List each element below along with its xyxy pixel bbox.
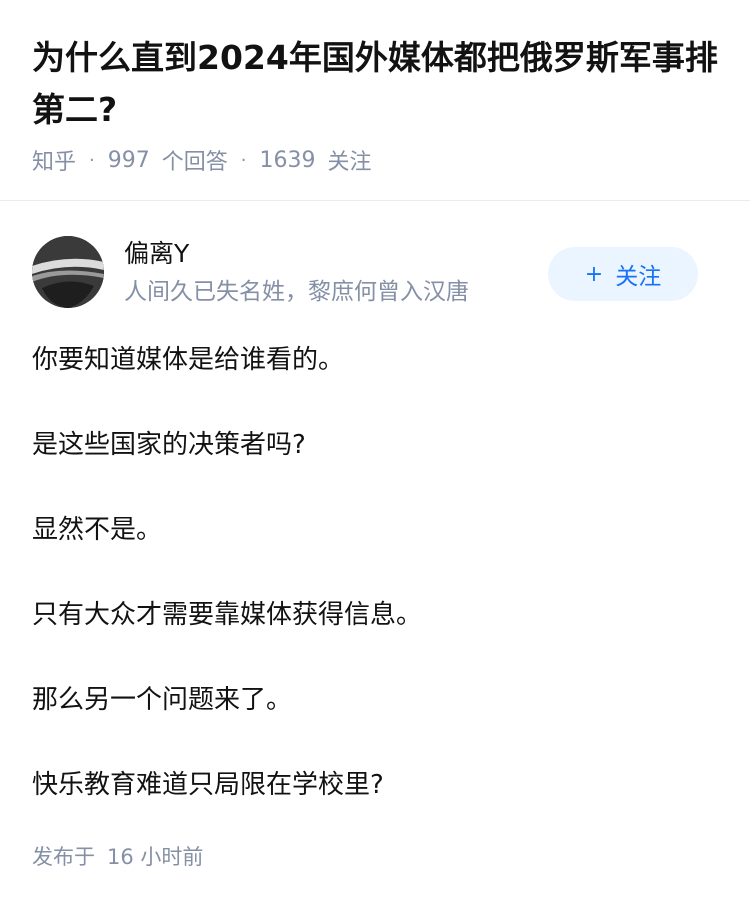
separator-dot-icon: · [240,149,247,171]
divider [0,200,750,201]
author-name[interactable]: 偏离Y [124,236,189,272]
answer-paragraph: 快乐教育难道只局限在学校里? [32,770,384,800]
author-bio: 人间久已失名姓，黎庶何曾入汉唐 [124,279,469,305]
answer-body: 你要知道媒体是给谁看的。 是这些国家的决策者吗? 显然不是。 只有大众才需要靠媒… [32,336,722,846]
follower-count: 1639 [259,147,316,173]
publish-number: 16 [107,845,134,869]
question-meta: 知乎 · 997 个回答 · 1639 关注 [32,143,372,177]
publish-time: 发布于 16 小时前 [32,840,203,874]
answer-paragraph: 你要知道媒体是给谁看的。 [32,345,345,375]
follow-button-label: 关注 [615,264,662,290]
question-title[interactable]: 为什么直到2024年国外媒体都把俄罗斯军事排第二? [32,32,722,136]
answer-paragraph: 那么另一个问题来了。 [32,685,293,715]
source-label[interactable]: 知乎 [32,144,76,176]
answer-paragraph: 显然不是。 [32,515,163,545]
avatar[interactable] [32,236,104,308]
separator-dot-icon: · [89,149,95,171]
answer-count-label[interactable]: 个回答 [162,144,228,176]
answer-count: 997 [107,147,150,173]
avatar-image [32,236,104,308]
answer-paragraph: 是这些国家的决策者吗? [32,430,306,460]
publish-suffix: 小时前 [140,845,204,869]
follow-button[interactable]: + 关注 [548,247,698,301]
publish-prefix: 发布于 [32,845,95,869]
plus-icon: + [584,261,604,287]
answer-paragraph: 只有大众才需要靠媒体获得信息。 [32,600,423,630]
follower-count-label: 关注 [327,150,372,175]
